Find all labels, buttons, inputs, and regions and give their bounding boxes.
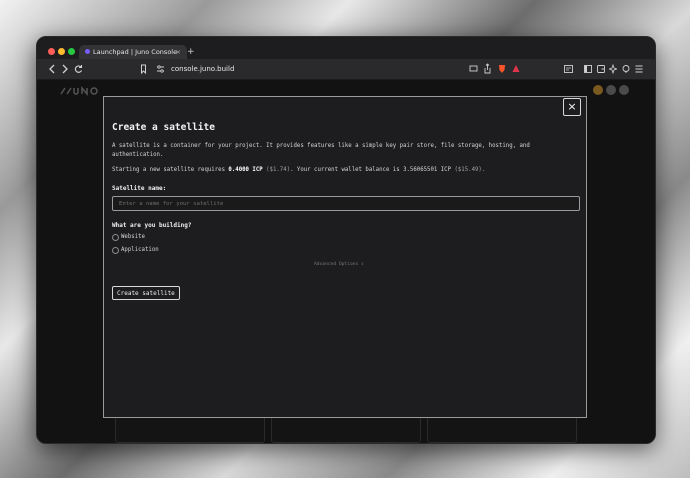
bookmark-icon[interactable] xyxy=(140,59,147,79)
create-satellite-button[interactable]: Create satellite xyxy=(112,286,180,300)
reader-icon[interactable] xyxy=(564,59,573,79)
cost-icp: 0.4000 ICP xyxy=(228,167,263,173)
reload-icon[interactable] xyxy=(74,59,83,79)
chevron-up-down-icon: ⇕ xyxy=(361,262,364,267)
balance-prefix: . Your current wallet balance is xyxy=(290,167,404,173)
tab-close-icon[interactable]: × xyxy=(176,45,181,59)
menu-icon[interactable] xyxy=(635,59,643,79)
balance-icp: 3.56065501 ICP xyxy=(403,167,452,173)
satellite-name-input[interactable] xyxy=(113,197,579,210)
address-bar[interactable]: console.juno.build xyxy=(171,59,234,79)
modal-description: A satellite is a container for your proj… xyxy=(112,143,530,158)
application-radio[interactable] xyxy=(112,247,119,254)
satellite-name-label: Satellite name: xyxy=(112,185,167,192)
settings-icon[interactable] xyxy=(606,85,616,95)
window-zoom-icon[interactable] xyxy=(68,48,75,55)
satellite-name-field-frame xyxy=(112,196,580,211)
background-card xyxy=(271,415,421,443)
tab-bar: Launchpad | Juno Console × + xyxy=(37,37,655,59)
website-label[interactable]: Website xyxy=(121,234,145,240)
cost-prefix: Starting a new satellite requires xyxy=(112,167,229,173)
browser-window: Launchpad | Juno Console × + console.jun… xyxy=(36,36,656,444)
modal-title: Create a satellite xyxy=(112,122,215,133)
advanced-options-toggle[interactable]: Advanced Options ⇕ xyxy=(314,262,364,267)
brave-rewards-icon[interactable] xyxy=(512,59,520,79)
advanced-options-label: Advanced Options xyxy=(314,262,359,267)
window-close-icon[interactable] xyxy=(48,48,55,55)
background-card xyxy=(427,415,577,443)
tab-launchpad[interactable]: Launchpad | Juno Console × xyxy=(79,45,187,59)
balance-usd: ($15.49). xyxy=(451,167,486,173)
page-content: × Create a satellite A satellite is a co… xyxy=(37,80,655,443)
back-icon[interactable] xyxy=(48,59,56,79)
window-minimize-icon[interactable] xyxy=(58,48,65,55)
forward-icon[interactable] xyxy=(61,59,69,79)
site-info-icon[interactable] xyxy=(156,59,165,79)
user-avatar-icon[interactable] xyxy=(593,85,603,95)
leo-icon[interactable] xyxy=(607,59,619,79)
more-icon[interactable] xyxy=(619,85,629,95)
create-satellite-modal: × Create a satellite A satellite is a co… xyxy=(103,96,587,418)
share-icon[interactable] xyxy=(484,59,491,79)
close-button[interactable]: × xyxy=(563,98,581,116)
brave-shield-icon[interactable] xyxy=(498,59,506,79)
sidebar-icon[interactable] xyxy=(584,59,592,79)
cost-usd: ($1.74) xyxy=(262,167,291,173)
wallet-icon[interactable] xyxy=(597,59,605,79)
website-radio[interactable] xyxy=(112,234,119,241)
cost-info: Starting a new satellite requires 0.4000… xyxy=(112,166,572,175)
new-tab-icon[interactable]: + xyxy=(187,45,195,59)
juno-logo-icon xyxy=(60,86,98,96)
application-label[interactable]: Application xyxy=(121,247,159,253)
cast-icon[interactable] xyxy=(469,59,478,79)
background-card xyxy=(115,415,265,443)
vpn-icon[interactable] xyxy=(622,59,630,79)
browser-toolbar: console.juno.build xyxy=(37,59,655,80)
building-label: What are you building? xyxy=(112,222,192,229)
tab-title: Launchpad | Juno Console xyxy=(93,48,178,56)
juno-favicon-icon xyxy=(85,49,90,54)
